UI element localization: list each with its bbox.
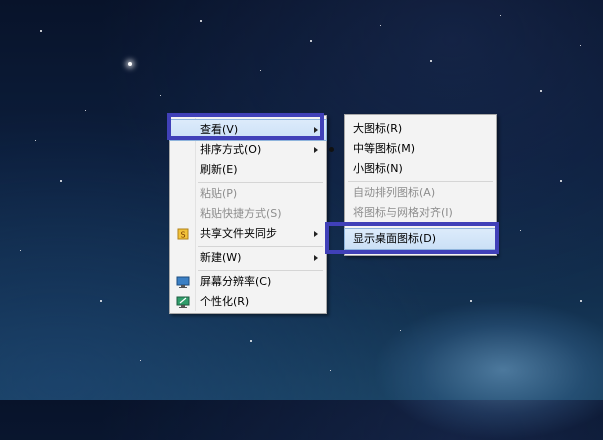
star: [40, 30, 42, 32]
menu-item-label: 大图标(R): [353, 122, 403, 135]
star: [540, 90, 542, 92]
menu-item-personalize[interactable]: 个性化(R): [170, 292, 326, 312]
star: [470, 300, 472, 302]
star: [330, 370, 331, 371]
menu-item-label: 小图标(N): [353, 162, 403, 175]
menu-separator: [198, 270, 323, 271]
menu-item-label: 粘贴(P): [200, 187, 238, 200]
menu-item-label: 新建(W): [200, 251, 242, 264]
sync-folder-icon: S: [176, 227, 190, 241]
svg-text:S: S: [180, 231, 185, 240]
star: [560, 180, 562, 182]
star: [160, 95, 161, 96]
annotation-box-view: [167, 113, 324, 140]
menu-item-label: 粘贴快捷方式(S): [200, 207, 282, 220]
menu-item-label: 自动排列图标(A): [353, 186, 436, 199]
menu-item-new[interactable]: 新建(W): [170, 248, 326, 268]
submenu-item-small-icons[interactable]: 小图标(N): [345, 159, 496, 179]
star: [520, 230, 521, 231]
submenu-arrow-icon: [314, 255, 318, 261]
submenu-item-auto-arrange[interactable]: 自动排列图标(A): [345, 183, 496, 203]
desktop-context-menu: 查看(V) 排序方式(O) 刷新(E) 粘贴(P) 粘贴快捷方式(S) S 共享…: [169, 115, 327, 314]
star: [128, 62, 132, 66]
star: [260, 70, 261, 71]
star: [580, 300, 582, 302]
menu-separator: [198, 182, 323, 183]
monitor-icon: [176, 275, 190, 289]
star: [100, 300, 102, 302]
star: [20, 250, 21, 251]
menu-item-sort-by[interactable]: 排序方式(O): [170, 140, 326, 160]
personalize-icon: [176, 295, 190, 309]
submenu-arrow-icon: [314, 147, 318, 153]
annotation-box-show-desktop-icons: [325, 222, 499, 254]
star: [430, 60, 432, 62]
submenu-arrow-icon: [314, 231, 318, 237]
submenu-item-medium-icons[interactable]: 中等图标(M): [329, 139, 496, 159]
menu-item-screen-resolution[interactable]: 屏幕分辨率(C): [170, 272, 326, 292]
star: [35, 140, 36, 141]
radio-selected-icon: [329, 147, 334, 152]
menu-separator: [348, 181, 493, 182]
nebula-glow: [373, 300, 603, 440]
star: [140, 360, 141, 361]
star: [400, 330, 401, 331]
menu-item-paste-shortcut: 粘贴快捷方式(S): [170, 204, 326, 224]
submenu-item-align-to-grid[interactable]: 将图标与网格对齐(I): [345, 203, 496, 223]
menu-item-label: 共享文件夹同步: [200, 227, 277, 240]
star: [310, 40, 312, 42]
menu-item-label: 刷新(E): [200, 163, 238, 176]
star: [85, 110, 86, 111]
menu-item-label: 排序方式(O): [200, 143, 262, 156]
menu-item-label: 屏幕分辨率(C): [200, 275, 272, 288]
menu-item-paste: 粘贴(P): [170, 184, 326, 204]
star: [580, 45, 581, 46]
menu-separator: [198, 246, 323, 247]
menu-item-label: 中等图标(M): [353, 142, 416, 155]
menu-item-shared-folder-sync[interactable]: S 共享文件夹同步: [170, 224, 326, 244]
menu-item-refresh[interactable]: 刷新(E): [170, 160, 326, 180]
menu-item-label: 将图标与网格对齐(I): [353, 206, 453, 219]
submenu-item-large-icons[interactable]: 大图标(R): [345, 119, 496, 139]
star: [60, 180, 62, 182]
star: [250, 340, 252, 342]
star: [380, 25, 381, 26]
star: [500, 15, 501, 16]
star: [200, 20, 202, 22]
menu-item-label: 个性化(R): [200, 295, 250, 308]
